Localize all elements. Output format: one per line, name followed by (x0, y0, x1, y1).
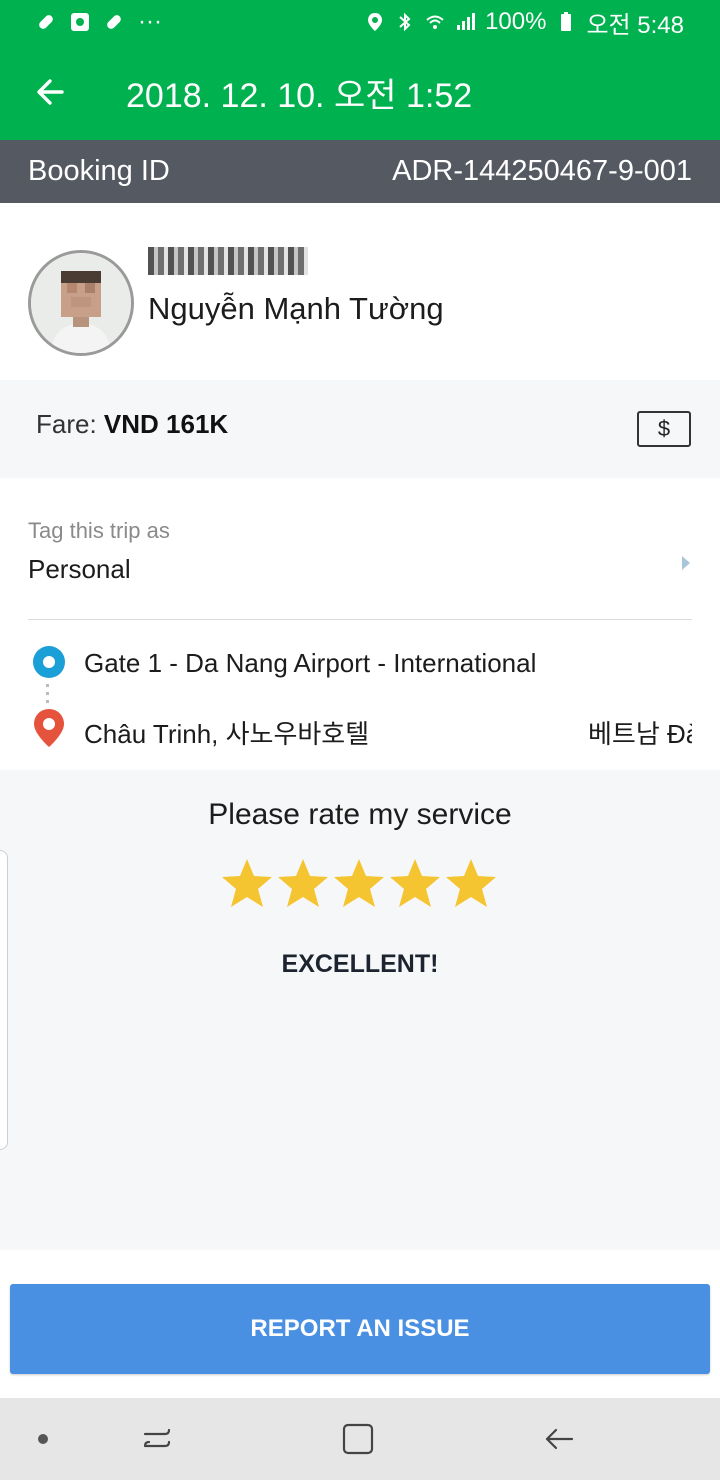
wifi-icon (426, 15, 444, 29)
rating-result: EXCELLENT! (281, 950, 439, 978)
recent-apps-icon[interactable] (140, 1422, 174, 1456)
driver-card: Nguyễn Mạnh Tường (0, 203, 720, 380)
dropoff-address: Châu Trinh, 사노우바호텔 (84, 719, 370, 749)
fare-row: Fare: VND 161K (0, 380, 720, 478)
star-icon[interactable] (275, 856, 331, 912)
system-nav-bar (0, 1398, 720, 1480)
star-rating[interactable] (219, 856, 499, 912)
trip-details: Tag this trip as Personal Gate 1 - Da Na… (0, 478, 720, 770)
rating-section: Please rate my service EXCELLENT! (0, 770, 720, 1250)
pill-icon (107, 15, 121, 29)
location-icon (368, 13, 383, 31)
license-plate-redacted (148, 247, 308, 275)
dropoff-address-continued: 베트남 Đà (588, 719, 692, 749)
fare-value: VND 161K (103, 409, 229, 439)
route-connector (46, 684, 49, 706)
app-bar: 2018. 12. 10. 오전 1:52 (0, 44, 720, 140)
tag-value[interactable]: Personal (28, 554, 131, 585)
divider (28, 619, 692, 620)
tag-label: Tag this trip as (28, 518, 170, 543)
driver-avatar (28, 250, 134, 356)
maps-icon (71, 13, 89, 31)
clock: 오전 5:48 (586, 11, 684, 39)
battery-icon (561, 12, 572, 31)
page-title: 2018. 12. 10. 오전 1:52 (126, 76, 473, 115)
pickup-dot-icon (33, 646, 65, 678)
rating-title: Please rate my service (208, 798, 512, 831)
home-icon[interactable] (341, 1422, 375, 1456)
fare-text: Fare: VND 161K (36, 409, 228, 440)
driver-photo-icon (31, 253, 131, 353)
star-icon[interactable] (219, 856, 275, 912)
bluetooth-icon (399, 12, 411, 32)
status-notification-icons: ··· (36, 8, 162, 36)
report-area: REPORT AN ISSUE (0, 1250, 720, 1398)
status-bar: ··· 100% 오전 5:48 (0, 0, 720, 44)
pill-icon (39, 15, 53, 29)
dropoff-pin-icon (34, 709, 64, 747)
battery-percent: 100% (485, 8, 547, 35)
report-issue-button[interactable]: REPORT AN ISSUE (10, 1284, 710, 1374)
back-button[interactable] (2, 44, 98, 140)
fare-label: Fare: (36, 409, 97, 439)
cash-payment-icon: $ (637, 411, 691, 447)
status-system-icons: 100% 오전 5:48 (365, 5, 684, 40)
signal-icon (457, 13, 476, 30)
star-icon[interactable] (387, 856, 443, 912)
more-notifications-icon: ··· (138, 8, 162, 35)
booking-id-label: Booking ID (28, 155, 170, 187)
side-drawer-handle[interactable] (0, 850, 8, 1150)
chevron-right-icon[interactable] (682, 556, 690, 570)
driver-name: Nguyễn Mạnh Tường (148, 291, 444, 326)
booking-id-bar: Booking ID ADR-144250467-9-001 (0, 140, 720, 203)
back-nav-icon[interactable] (542, 1422, 576, 1456)
star-icon[interactable] (443, 856, 499, 912)
star-icon[interactable] (331, 856, 387, 912)
arrow-left-icon (37, 79, 64, 105)
nav-dot-icon[interactable] (38, 1434, 48, 1444)
booking-id-value: ADR-144250467-9-001 (392, 155, 692, 187)
pickup-address: Gate 1 - Da Nang Airport - International (84, 648, 537, 678)
